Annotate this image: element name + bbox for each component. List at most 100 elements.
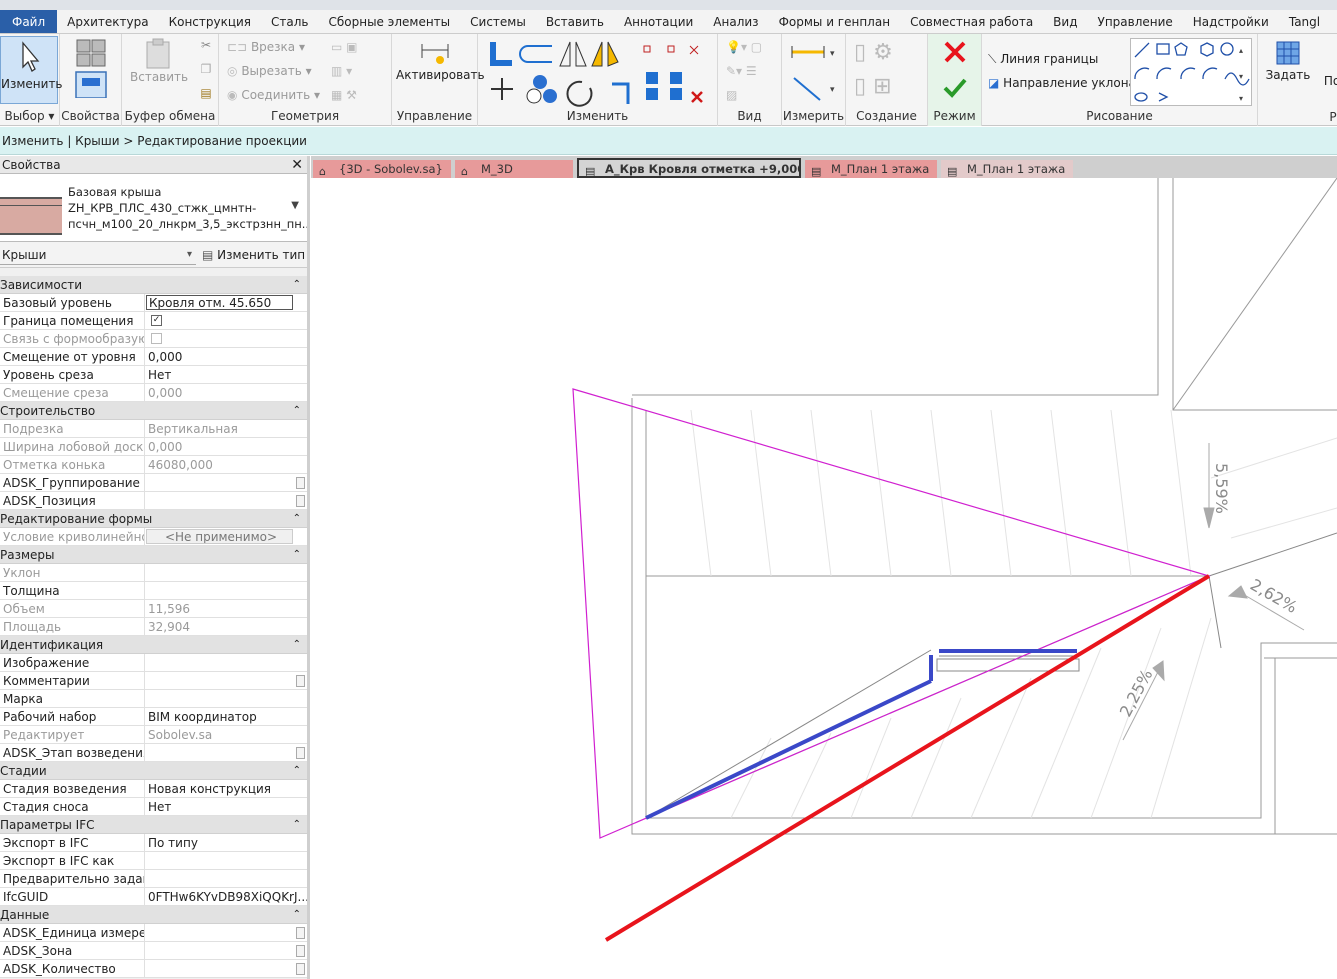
property-value[interactable]: [145, 942, 307, 959]
edit-type-button[interactable]: ▤ Изменить тип: [202, 245, 305, 265]
activate-button[interactable]: Активировать: [396, 38, 485, 98]
menu-item-4[interactable]: Сборные элементы: [319, 10, 461, 33]
boundary-line-button[interactable]: ⟍ Линия границы: [988, 52, 1098, 67]
property-section[interactable]: Параметры IFC ⌃: [0, 816, 307, 834]
menu-item-12[interactable]: Управление: [1088, 10, 1183, 33]
property-value[interactable]: [145, 654, 307, 671]
collapse-icon[interactable]: ⌃: [293, 906, 301, 924]
browse-button[interactable]: [296, 747, 305, 759]
property-value[interactable]: [145, 672, 307, 689]
property-value[interactable]: BIM координатор: [145, 708, 307, 725]
property-value[interactable]: [145, 690, 307, 707]
property-value[interactable]: [145, 312, 307, 329]
property-section[interactable]: Размеры ⌃: [0, 546, 307, 564]
paint-icon[interactable]: ▥ ▾: [331, 64, 352, 78]
instance-filter[interactable]: Крыши: [0, 245, 196, 265]
match-type-icon[interactable]: ▤: [196, 86, 216, 106]
lightbulb-icon[interactable]: 💡▾ ▢: [726, 40, 762, 54]
view-tab[interactable]: ⌂ {3D - Sobolev.sa}: [313, 160, 451, 178]
property-name: Предварительно заданн...: [0, 870, 145, 887]
browse-button[interactable]: [296, 927, 305, 939]
menu-item-15[interactable]: DiRootsOne: [1330, 10, 1337, 33]
browse-button[interactable]: [296, 963, 305, 975]
menu-item-6[interactable]: Вставить: [536, 10, 614, 33]
collapse-icon[interactable]: ⌃: [293, 510, 301, 528]
copy-icon[interactable]: ❐: [196, 62, 216, 82]
property-section[interactable]: Идентификация ⌃: [0, 636, 307, 654]
menu-item-3[interactable]: Сталь: [261, 10, 318, 33]
property-value[interactable]: [145, 870, 307, 887]
slope-arrow-button[interactable]: ◪ Направление уклона: [988, 76, 1136, 90]
menu-item-13[interactable]: Надстройки: [1183, 10, 1279, 33]
checkbox[interactable]: ✓: [151, 315, 162, 326]
finish-edit-icon[interactable]: [940, 74, 970, 104]
geometry-tool-icon[interactable]: ▭ ▣: [331, 40, 358, 54]
collapse-icon[interactable]: ⌃: [293, 816, 301, 834]
property-value[interactable]: [145, 924, 307, 941]
menu-item-9[interactable]: Формы и генплан: [769, 10, 901, 33]
property-section[interactable]: Редактирование формы ⌃: [0, 510, 307, 528]
wall-join-icon[interactable]: ▦ ⚒: [331, 88, 357, 102]
collapse-icon[interactable]: ⌃: [293, 636, 301, 654]
create-group-icon[interactable]: ▯ ⊞: [854, 74, 892, 99]
menu-item-0[interactable]: Файл: [0, 10, 58, 33]
property-value[interactable]: 0FTHw6KYvDB98XiQQKrJ...: [145, 888, 307, 905]
browse-button[interactable]: [296, 945, 305, 957]
type-selector[interactable]: Базовая крыша ZH_КРВ_ПЛС_430_стжк_цмнтн-…: [0, 174, 307, 242]
view-tab[interactable]: ▤ M_План 1 этажа: [805, 160, 937, 178]
unjoin-button[interactable]: ◎ Вырезать ▾: [227, 64, 312, 78]
menu-item-7[interactable]: Аннотации: [614, 10, 703, 33]
property-value[interactable]: [145, 744, 307, 761]
collapse-icon[interactable]: ⌃: [293, 546, 301, 564]
menu-item-10[interactable]: Совместная работа: [900, 10, 1043, 33]
draw-shapes-gallery[interactable]: ▴ ▾ ▾: [1130, 38, 1252, 106]
cut-icon[interactable]: ✂: [196, 38, 216, 58]
menu-item-14[interactable]: Tangl: [1279, 10, 1330, 33]
close-icon[interactable]: ✕: [291, 156, 303, 174]
browse-button[interactable]: [296, 477, 305, 489]
collapse-icon[interactable]: ⌃: [293, 402, 301, 420]
view-tab[interactable]: ⌂ M_3D: [455, 160, 573, 178]
property-value[interactable]: [145, 582, 307, 599]
menu-item-5[interactable]: Системы: [460, 10, 536, 33]
properties-button[interactable]: [66, 38, 116, 104]
property-value[interactable]: По типу: [145, 834, 307, 851]
chevron-down-icon[interactable]: ▼: [291, 200, 299, 211]
measure-icon[interactable]: ▾▾: [790, 40, 840, 104]
property-section[interactable]: Стадии ⌃: [0, 762, 307, 780]
property-value[interactable]: [145, 492, 307, 509]
linework-icon[interactable]: ✎▾ ☰: [726, 64, 757, 78]
menu-item-8[interactable]: Анализ: [703, 10, 768, 33]
hide-icon[interactable]: ▨: [726, 88, 737, 102]
property-value[interactable]: Нет: [145, 798, 307, 815]
menu-item-2[interactable]: Конструкция: [159, 10, 261, 33]
property-section[interactable]: Данные ⌃: [0, 906, 307, 924]
set-workplane-button[interactable]: Задать: [1264, 38, 1312, 100]
create-part-icon[interactable]: ▯ ⚙: [854, 40, 893, 65]
select-dropdown[interactable]: Выбор ▾: [0, 109, 59, 125]
property-value[interactable]: [145, 960, 307, 977]
drawing-canvas[interactable]: 5,59% 2,62% 2,25%: [311, 178, 1337, 979]
modify-button[interactable]: Изменить: [0, 36, 63, 104]
collapse-icon[interactable]: ⌃: [293, 276, 301, 294]
cut-geometry-button[interactable]: ⊏⊐ Врезка ▾: [227, 40, 305, 54]
menu-item-1[interactable]: Архитектура: [57, 10, 158, 33]
property-section[interactable]: Строительство ⌃: [0, 402, 307, 420]
join-button[interactable]: ◉ Соединить ▾: [227, 88, 320, 102]
view-tab[interactable]: ▤ M_План 1 этажа: [941, 160, 1073, 178]
property-value[interactable]: 0,000: [145, 348, 307, 365]
browse-button[interactable]: [296, 675, 305, 687]
red-boundary-line[interactable]: [604, 574, 1211, 942]
menu-item-11[interactable]: Вид: [1043, 10, 1087, 33]
view-tab[interactable]: ▤A_Крв Кровля отметка +9,000 ✕: [577, 158, 801, 178]
property-value[interactable]: Новая конструкция: [145, 780, 307, 797]
browse-button[interactable]: [296, 495, 305, 507]
property-value[interactable]: [145, 852, 307, 869]
property-value[interactable]: [145, 474, 307, 491]
cancel-edit-icon[interactable]: [940, 38, 970, 68]
collapse-icon[interactable]: ⌃: [293, 762, 301, 780]
property-value[interactable]: Нет: [145, 366, 307, 383]
property-section[interactable]: Зависимости ⌃: [0, 276, 307, 294]
property-value[interactable]: Кровля отм. 45.650: [146, 295, 293, 310]
paste-button[interactable]: Вставить: [130, 38, 188, 98]
